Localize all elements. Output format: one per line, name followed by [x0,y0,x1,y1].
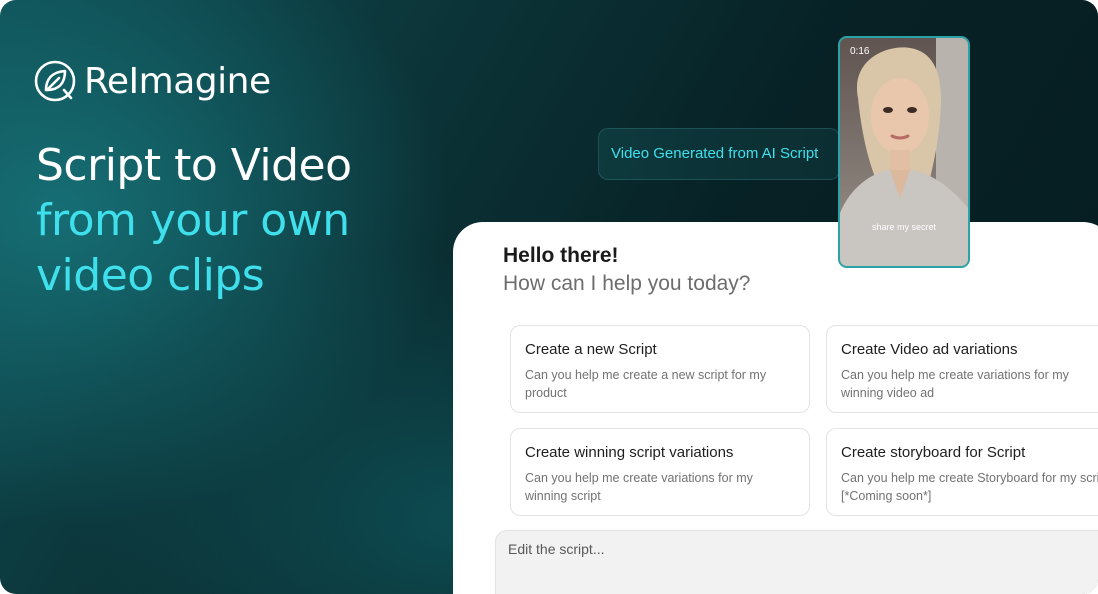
script-input[interactable]: Edit the script... [495,530,1098,594]
hero-banner: ReImagine Script to Video from your own … [0,0,1098,594]
leaf-logo-icon [34,60,76,102]
brand-logo: ReImagine [34,60,271,102]
suggestion-card-storyboard[interactable]: Create storyboard for Script Can you hel… [826,428,1098,516]
suggestion-card-script-variations[interactable]: Create winning script variations Can you… [510,428,810,516]
card-description: Can you help me create variations for my… [841,368,1069,400]
card-title: Create storyboard for Script [841,444,1026,461]
greeting-heading: Hello there! [503,244,619,267]
suggestion-card-video-ad-variations[interactable]: Create Video ad variations Can you help … [826,325,1098,413]
headline-line-2: from your own [36,195,350,246]
generated-badge-label: Video Generated from AI Script [611,145,819,162]
headline: Script to Video from your own video clip… [36,138,352,303]
card-title: Create winning script variations [525,444,734,461]
card-description: Can you help me create Storyboard for my… [841,471,1098,503]
card-title: Create Video ad variations [841,341,1018,358]
video-caption: share my secret [871,222,937,232]
help-prompt: How can I help you today? [503,272,751,295]
video-preview[interactable]: 0:16 share my secret [838,36,970,268]
video-timestamp: 0:16 [850,46,870,57]
chat-panel: Hello there! How can I help you today? C… [453,222,1098,594]
generated-badge: Video Generated from AI Script [598,128,840,180]
script-input-placeholder: Edit the script... [508,541,605,557]
suggestion-card-new-script[interactable]: Create a new Script Can you help me crea… [510,325,810,413]
headline-line-1: Script to Video [36,140,352,191]
brand-name: ReImagine [84,60,271,102]
card-title: Create a new Script [525,341,657,358]
card-description: Can you help me create a new script for … [525,368,767,400]
card-description: Can you help me create variations for my… [525,471,753,503]
headline-line-3: video clips [36,250,265,301]
